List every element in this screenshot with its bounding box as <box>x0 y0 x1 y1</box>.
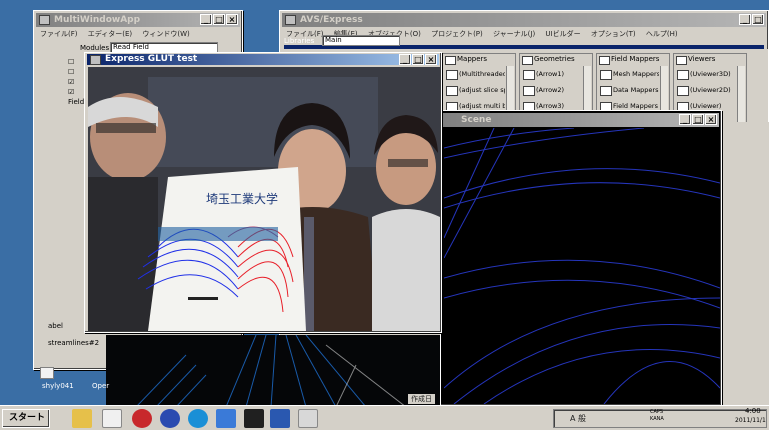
close-icon[interactable]: × <box>705 114 717 125</box>
ime-indicator[interactable]: A 般 <box>570 413 586 424</box>
start-button[interactable]: スタート <box>2 409 50 428</box>
modules-label: Modules <box>80 44 110 52</box>
minimize-icon[interactable]: _ <box>679 114 691 125</box>
desktop-icon-label[interactable]: Oper <box>92 382 109 390</box>
label-text: abel <box>48 322 63 330</box>
start-label: スタート <box>9 413 46 423</box>
maximize-icon[interactable]: □ <box>213 14 225 25</box>
background-streamlines <box>137 334 405 405</box>
shield-icon[interactable] <box>216 409 236 428</box>
close-icon[interactable]: × <box>226 14 238 25</box>
library-header-viewers[interactable]: Viewers <box>674 54 746 65</box>
folder-icon[interactable] <box>72 409 92 428</box>
poster-text: 埼玉工業大学 <box>206 191 278 206</box>
glut-title-bar[interactable]: Express GLUT test _ □ × <box>87 54 439 65</box>
multiwindow-title-bar[interactable]: MultiWindowApp _ □ × <box>36 13 240 27</box>
library-item[interactable]: (Uviewer3D) <box>676 68 736 81</box>
streamline-label: streamlines#2 <box>48 339 100 347</box>
clock-time[interactable]: 4:00 <box>745 407 761 415</box>
maximize-icon[interactable]: □ <box>692 114 704 125</box>
library-header-field-mappers[interactable]: Field Mappers <box>597 54 669 65</box>
library-item[interactable]: Mesh Mappers <box>599 68 659 81</box>
mw-menu-window[interactable]: ウィンドウ(W) <box>142 30 189 38</box>
scene-title: Scene <box>461 115 492 125</box>
paint-app-icon[interactable] <box>132 409 152 428</box>
background-3d-view <box>106 334 440 405</box>
multiwindow-menubar: ファイル(F) エディター(E) ウィンドウ(W) <box>36 28 240 40</box>
avs-title-bar[interactable]: AVS/Express _ □ <box>282 13 766 27</box>
library-header-mappers[interactable]: Mappers <box>443 54 515 65</box>
desktop: AVS/Express _ □ ファイル(F) 編集(E) オブジェクト(O) プ… <box>0 0 769 405</box>
glut-title: Express GLUT test <box>105 54 198 64</box>
desktop-file-icon[interactable] <box>40 367 54 379</box>
minimize-icon[interactable]: _ <box>739 14 751 25</box>
avs-menu-journal[interactable]: ジャーナル(J) <box>493 30 535 38</box>
library-item[interactable]: (Uviewer2D) <box>676 84 736 97</box>
library-item[interactable]: Data Mappers <box>599 84 659 97</box>
internet-explorer-icon[interactable] <box>188 409 208 428</box>
media-player-icon[interactable] <box>160 409 180 428</box>
mw-menu-file[interactable]: ファイル(F) <box>40 30 78 38</box>
library-header-geometries[interactable]: Geometries <box>520 54 592 65</box>
kana-indicator: KANA <box>650 416 664 422</box>
scene-streamline-render <box>443 127 721 405</box>
multiwindow-title: MultiWindowApp <box>54 15 141 25</box>
multiwindow-app-icon <box>39 15 50 25</box>
terminal-icon[interactable] <box>244 409 264 428</box>
close-icon[interactable]: × <box>425 54 437 65</box>
minimize-icon[interactable]: _ <box>399 54 411 65</box>
avs-menu-project[interactable]: プロジェクト(P) <box>431 30 483 38</box>
avs-title: AVS/Express <box>300 15 363 25</box>
avs-right-panel <box>722 122 769 405</box>
maximize-icon[interactable]: □ <box>412 54 424 65</box>
avs-app-icon <box>285 15 296 25</box>
glut-camera-view: 埼玉工業大学 <box>88 67 440 331</box>
library-item[interactable]: (Arrow2) <box>522 84 582 97</box>
library-item[interactable]: (adjust slice spa <box>445 84 505 97</box>
maximize-icon[interactable]: □ <box>752 14 764 25</box>
minimize-icon[interactable]: _ <box>200 14 212 25</box>
avs-taskbar-icon[interactable] <box>270 409 290 428</box>
tool-icon[interactable] <box>298 409 318 428</box>
express-glut-window[interactable]: Express GLUT test _ □ × 埼玉工業大学 <box>84 52 442 333</box>
mw-menu-editor[interactable]: エディター(E) <box>88 30 132 38</box>
scene-window[interactable]: Scene _ □ × <box>440 110 722 405</box>
scene-3d-viewport[interactable] <box>443 127 721 405</box>
glut-app-icon <box>90 55 101 65</box>
libraries-label: Libraries <box>284 37 315 45</box>
clock-date: 2011/11/1 <box>735 417 766 424</box>
library-item[interactable]: (Multithreaded) <box>445 68 505 81</box>
libraries-select[interactable]: Main <box>322 35 400 46</box>
caps-indicator: CAPS <box>650 409 664 415</box>
avs-menu-uibuilder[interactable]: UIビルダー <box>545 30 580 38</box>
document-icon[interactable] <box>102 409 122 428</box>
avs-menu-options[interactable]: オプション(T) <box>591 30 636 38</box>
created-date-label: 作成日 <box>408 394 435 404</box>
library-item[interactable]: (Arrow1) <box>522 68 582 81</box>
avs-menu-help[interactable]: ヘルプ(H) <box>646 30 678 38</box>
scene-title-bar[interactable]: Scene _ □ × <box>443 113 719 127</box>
camera-ar-scene: 埼玉工業大学 <box>88 67 440 331</box>
desktop-icon-label[interactable]: shyly041 <box>42 382 74 390</box>
